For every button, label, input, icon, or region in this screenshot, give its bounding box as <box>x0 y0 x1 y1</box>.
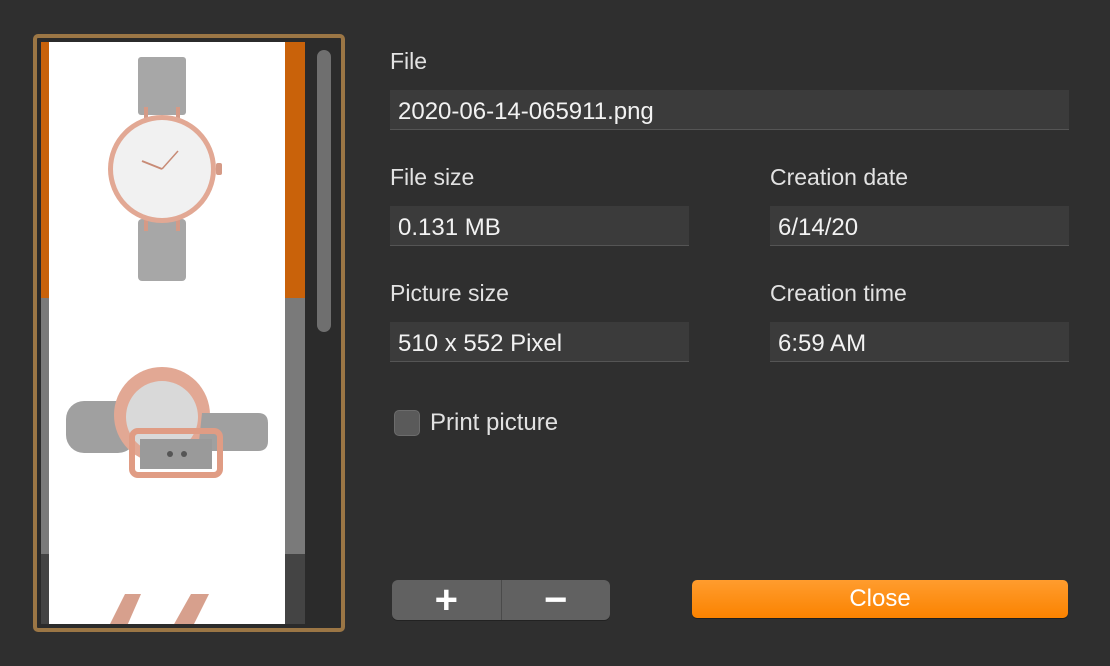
watch-front-icon <box>108 57 222 281</box>
thumbnail-item-selected[interactable] <box>41 42 305 298</box>
print-picture-label[interactable]: Print picture <box>430 409 558 437</box>
thumbnail-item[interactable] <box>41 298 305 554</box>
watch-back-icon <box>66 367 268 478</box>
add-remove-control: + − <box>392 580 610 620</box>
file-label: File <box>390 48 428 74</box>
picture-size-field[interactable]: 510 x 552 Pixel <box>390 322 689 362</box>
creation-time-field[interactable]: 6:59 AM <box>770 322 1069 362</box>
file-size-label: File size <box>390 164 475 190</box>
print-picture-checkbox[interactable] <box>394 410 420 436</box>
thumbnail-list <box>41 42 305 624</box>
add-button[interactable]: + <box>392 580 501 620</box>
picture-size-label: Picture size <box>390 280 509 306</box>
creation-date-field[interactable]: 6/14/20 <box>770 206 1069 246</box>
scrollbar-thumb[interactable] <box>317 50 331 332</box>
remove-button[interactable]: − <box>500 580 611 620</box>
file-name-field[interactable]: 2020-06-14-065911.png <box>390 90 1069 130</box>
creation-time-label: Creation time <box>770 280 907 306</box>
watch-strap-icon <box>110 594 209 624</box>
creation-date-label: Creation date <box>770 164 909 190</box>
thumbnail-panel <box>33 34 345 632</box>
thumbnail-scrollbar[interactable] <box>311 42 337 624</box>
file-size-field[interactable]: 0.131 MB <box>390 206 689 246</box>
close-button[interactable]: Close <box>692 580 1068 618</box>
thumbnail-item[interactable] <box>41 554 305 624</box>
